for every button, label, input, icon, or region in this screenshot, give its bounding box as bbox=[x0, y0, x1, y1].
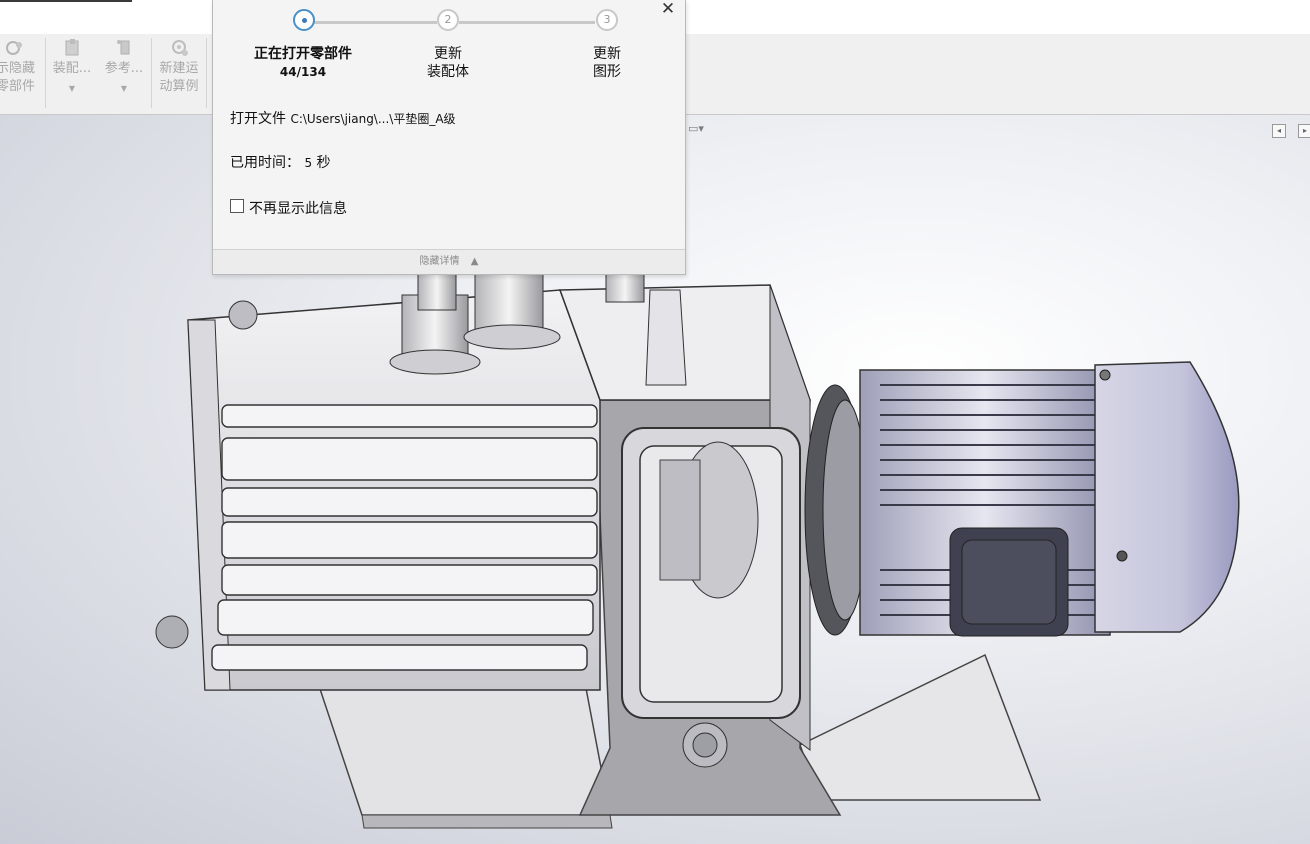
hide-details-label: 隐藏详情 bbox=[419, 256, 460, 267]
chevron-down-icon[interactable]: ▼ bbox=[49, 84, 95, 94]
new-motion-study-icon bbox=[172, 40, 188, 56]
ribbon-label: 参考... bbox=[104, 61, 144, 76]
reference-geometry-button[interactable]: 参考... ▼ bbox=[101, 38, 147, 110]
step-2-indicator: 2 bbox=[437, 9, 459, 31]
assembly-button[interactable]: 装配... ▼ bbox=[49, 38, 95, 110]
dont-show-again-label[interactable]: 不再显示此信息 bbox=[249, 198, 347, 218]
ribbon-separator bbox=[45, 38, 46, 108]
new-motion-study-button[interactable]: 新建运 动算例 bbox=[154, 38, 204, 110]
collapse-right-icon[interactable]: ▸ bbox=[1298, 124, 1310, 138]
step-connector bbox=[459, 21, 595, 24]
step-3-indicator: 3 bbox=[596, 9, 618, 31]
collapse-left-icon[interactable]: ◂ bbox=[1272, 124, 1286, 138]
open-file-path: C:\Users\jiang\...\平垫圈_A级 bbox=[290, 112, 456, 126]
elapsed-time-unit: 秒 bbox=[316, 155, 331, 171]
show-hide-components-button[interactable]: 示隐藏 零部件 bbox=[0, 38, 42, 110]
ribbon-separator bbox=[151, 38, 152, 108]
elapsed-time-label: 已用时间： bbox=[230, 155, 300, 171]
tab-indicator bbox=[0, 0, 132, 2]
step-1-indicator bbox=[293, 9, 315, 31]
open-progress-dialog: ✕ 2 3 正在打开零部件 44/134 更新 装配体 更新 图形 打开文件 C… bbox=[212, 0, 686, 275]
elapsed-time-line: 已用时间： 5 秒 bbox=[230, 152, 331, 172]
reference-icon bbox=[117, 40, 130, 55]
elapsed-time-value: 5 bbox=[304, 156, 313, 170]
show-hide-icon bbox=[6, 41, 22, 55]
hide-details-toggle[interactable]: 隐藏详情 ▲ bbox=[213, 249, 685, 274]
chevron-down-icon[interactable]: ▼ bbox=[101, 84, 147, 94]
step-1-label: 正在打开零部件 bbox=[254, 46, 352, 62]
ribbon-label: 动算例 bbox=[159, 79, 199, 94]
close-icon[interactable]: ✕ bbox=[659, 0, 677, 18]
assembly-icon bbox=[65, 39, 79, 56]
ribbon-label: 示隐藏 bbox=[0, 61, 36, 76]
step-3-label: 更新 图形 bbox=[593, 46, 621, 80]
open-file-line: 打开文件 C:\Users\jiang\...\平垫圈_A级 bbox=[230, 108, 456, 128]
open-file-label: 打开文件 bbox=[230, 111, 286, 127]
step-connector bbox=[313, 21, 437, 24]
step-1-count: 44/134 bbox=[279, 65, 327, 79]
ribbon-separator bbox=[206, 38, 207, 108]
chevron-up-icon: ▲ bbox=[470, 256, 479, 267]
dont-show-again-checkbox[interactable] bbox=[230, 199, 244, 213]
step-2-label: 更新 装配体 bbox=[427, 46, 469, 80]
ribbon-label: 装配... bbox=[52, 61, 92, 76]
display-settings-icon[interactable]: ▭▾ bbox=[688, 122, 704, 135]
ribbon-label: 零部件 bbox=[0, 79, 36, 94]
ribbon-label: 新建运 bbox=[159, 61, 199, 76]
